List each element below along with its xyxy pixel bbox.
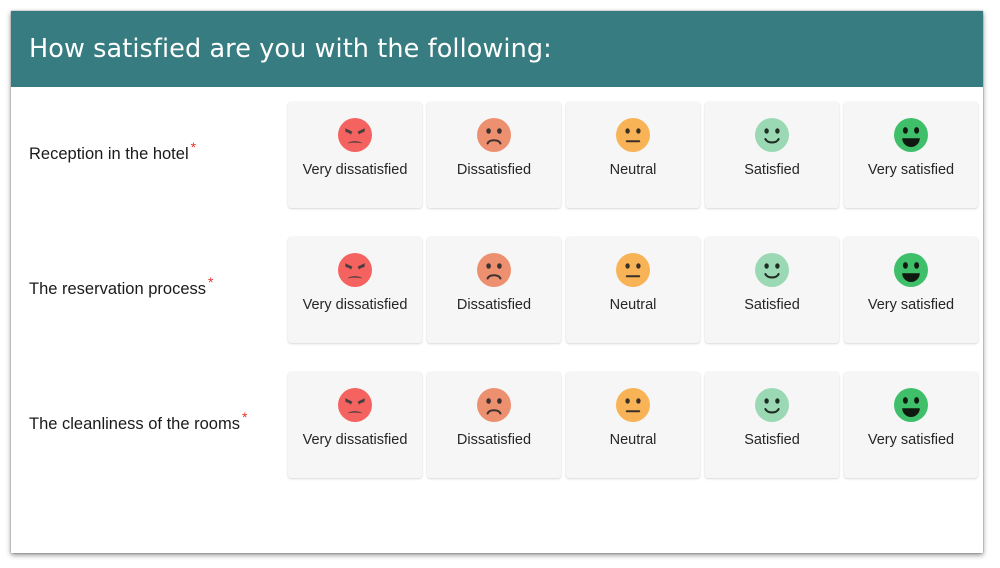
rating-option-very-satisfied[interactable]: Very satisfied — [844, 236, 978, 343]
rating-option-label: Very satisfied — [867, 431, 955, 448]
rating-option-satisfied[interactable]: Satisfied — [705, 101, 839, 208]
rating-option-neutral[interactable]: Neutral — [566, 101, 700, 208]
angry-face-icon — [338, 117, 372, 152]
survey-question-list: Reception in the hotel * Very dissatisfie… — [11, 87, 983, 492]
rating-option-label: Very dissatisfied — [302, 431, 408, 448]
question-label-cell: Reception in the hotel * — [11, 139, 288, 168]
angry-face-icon — [338, 387, 372, 422]
smiling-face-icon — [755, 387, 789, 422]
required-indicator: * — [241, 409, 248, 426]
page-title: How satisfied are you with the following… — [29, 34, 552, 64]
question-row: Reception in the hotel * Very dissatisfie… — [11, 87, 983, 222]
rating-option-neutral[interactable]: Neutral — [566, 371, 700, 478]
question-label: The reservation process — [29, 279, 206, 298]
question-label-cell: The reservation process * — [11, 274, 288, 303]
grinning-face-icon — [894, 252, 928, 287]
rating-option-label: Very dissatisfied — [302, 296, 408, 313]
neutral-face-icon — [616, 252, 650, 287]
neutral-face-icon — [616, 387, 650, 422]
rating-option-very-dissatisfied[interactable]: Very dissatisfied — [288, 371, 422, 478]
rating-option-very-dissatisfied[interactable]: Very dissatisfied — [288, 236, 422, 343]
frowning-face-icon — [477, 117, 511, 152]
survey-header: How satisfied are you with the following… — [11, 11, 983, 87]
rating-option-dissatisfied[interactable]: Dissatisfied — [427, 101, 561, 208]
angry-face-icon — [338, 252, 372, 287]
neutral-face-icon — [616, 117, 650, 152]
rating-option-label: Dissatisfied — [456, 431, 532, 448]
question-row: The reservation process * Very dissatisfi… — [11, 222, 983, 357]
rating-option-label: Very satisfied — [867, 161, 955, 178]
rating-scale: Very dissatisfied Dissatisfied Neutral S… — [288, 236, 978, 343]
smiling-face-icon — [755, 117, 789, 152]
frowning-face-icon — [477, 387, 511, 422]
rating-option-very-dissatisfied[interactable]: Very dissatisfied — [288, 101, 422, 208]
survey-panel: How satisfied are you with the following… — [11, 11, 983, 553]
rating-option-label: Neutral — [609, 431, 657, 448]
rating-option-neutral[interactable]: Neutral — [566, 236, 700, 343]
rating-scale: Very dissatisfied Dissatisfied Neutral S… — [288, 101, 978, 208]
rating-option-dissatisfied[interactable]: Dissatisfied — [427, 371, 561, 478]
rating-option-dissatisfied[interactable]: Dissatisfied — [427, 236, 561, 343]
frowning-face-icon — [477, 252, 511, 287]
rating-option-label: Neutral — [609, 296, 657, 313]
grinning-face-icon — [894, 117, 928, 152]
question-label: The cleanliness of the rooms — [29, 414, 240, 433]
rating-option-label: Neutral — [609, 161, 657, 178]
rating-option-very-satisfied[interactable]: Very satisfied — [844, 101, 978, 208]
rating-option-label: Satisfied — [744, 161, 800, 178]
rating-option-satisfied[interactable]: Satisfied — [705, 236, 839, 343]
rating-option-label: Satisfied — [744, 431, 800, 448]
rating-option-very-satisfied[interactable]: Very satisfied — [844, 371, 978, 478]
rating-option-satisfied[interactable]: Satisfied — [705, 371, 839, 478]
question-row: The cleanliness of the rooms * Very dissa… — [11, 357, 983, 492]
rating-option-label: Dissatisfied — [456, 161, 532, 178]
rating-option-label: Satisfied — [744, 296, 800, 313]
grinning-face-icon — [894, 387, 928, 422]
rating-option-label: Very dissatisfied — [302, 161, 408, 178]
smiling-face-icon — [755, 252, 789, 287]
question-label-cell: The cleanliness of the rooms * — [11, 409, 288, 438]
rating-scale: Very dissatisfied Dissatisfied Neutral S… — [288, 371, 978, 478]
rating-option-label: Dissatisfied — [456, 296, 532, 313]
required-indicator: * — [190, 139, 197, 156]
required-indicator: * — [208, 274, 214, 291]
rating-option-label: Very satisfied — [867, 296, 955, 313]
question-label: Reception in the hotel — [29, 144, 189, 163]
